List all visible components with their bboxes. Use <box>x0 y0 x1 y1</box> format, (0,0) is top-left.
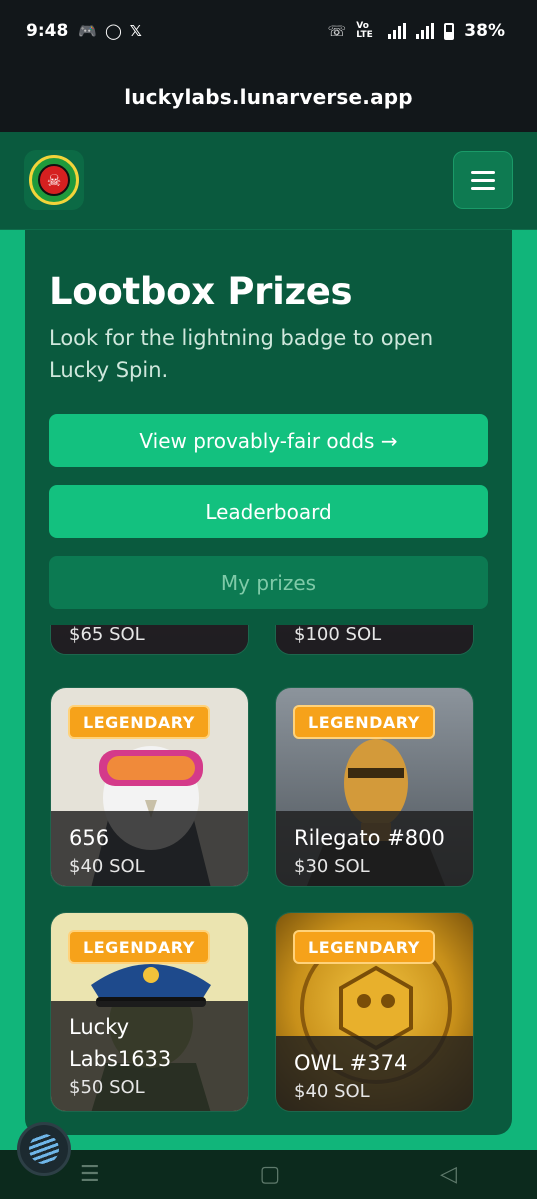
legendary-badge: LEGENDARY <box>68 705 210 739</box>
legendary-badge: LEGENDARY <box>68 930 210 964</box>
prize-info: $65 SOL <box>51 625 248 654</box>
signal-icon-2 <box>416 23 435 39</box>
prize-info: $100 SOL <box>276 625 473 654</box>
prize-price: $30 SOL <box>294 856 370 877</box>
network-label: Vo LTE <box>356 21 373 40</box>
page-title: Lootbox Prizes <box>49 270 353 313</box>
discord-icon: 🎮 <box>78 22 97 40</box>
hamburger-line <box>471 178 495 182</box>
prize-price: $40 SOL <box>69 856 145 877</box>
legendary-badge: LEGENDARY <box>293 930 435 964</box>
hamburger-icon <box>471 170 495 174</box>
x-icon: 𝕏 <box>129 22 142 40</box>
legendary-badge: LEGENDARY <box>293 705 435 739</box>
status-left: 9:48 🎮 ◯ 𝕏 <box>26 21 142 41</box>
status-right: ☏ Vo LTE 38% <box>328 21 505 41</box>
hamburger-line <box>471 186 495 190</box>
lootbox-card: Lootbox Prizes Look for the lightning ba… <box>25 230 512 1135</box>
status-time: 9:48 <box>26 21 69 41</box>
prize-tile[interactable]: LEGENDARY 656 $40 SOL <box>50 687 249 887</box>
prize-tile[interactable]: LEGENDARY Lucky Labs1633 $50 SOL <box>50 912 249 1112</box>
prize-price: $50 SOL <box>69 1077 145 1098</box>
skull-icon: ☠ <box>38 164 70 196</box>
whatsapp-icon: ◯ <box>104 22 122 40</box>
prize-tile[interactable]: $65 SOL <box>50 625 249 655</box>
prize-name: 656 <box>69 826 110 850</box>
system-nav-bar: ☰ ▢ ◁ <box>0 1150 537 1199</box>
prize-info: OWL #374 $40 SOL <box>276 1036 473 1111</box>
page-subtitle: Look for the lightning badge to open Luc… <box>49 326 434 382</box>
battery-level: 38% <box>464 21 505 41</box>
menu-button[interactable] <box>453 151 513 209</box>
prize-info: Lucky Labs1633 $50 SOL <box>51 1001 248 1111</box>
prize-grid: $65 SOL $100 SOL LEGENDARY 656 $40 SOL L… <box>25 625 512 1135</box>
view-odds-button[interactable]: View provably-fair odds → <box>49 414 488 467</box>
my-prizes-button[interactable]: My prizes <box>49 556 488 609</box>
prize-price: $65 SOL <box>69 625 145 645</box>
prize-info: 656 $40 SOL <box>51 811 248 886</box>
wifi-call-icon: ☏ <box>327 22 347 40</box>
logo-ring: ☠ <box>29 155 79 205</box>
chat-icon <box>29 1134 59 1164</box>
url-bar[interactable]: luckylabs.lunarverse.app <box>0 62 537 132</box>
home-icon[interactable]: ▢ <box>260 1162 281 1187</box>
back-icon[interactable]: ◁ <box>440 1162 457 1187</box>
site-header: ☠ <box>0 132 537 230</box>
notification-icons: 🎮 ◯ 𝕏 <box>78 22 142 40</box>
signal-icon <box>388 23 407 39</box>
prize-tile[interactable]: $100 SOL <box>275 625 474 655</box>
prize-price: $40 SOL <box>294 1081 370 1102</box>
url-text: luckylabs.lunarverse.app <box>124 85 413 109</box>
leaderboard-button[interactable]: Leaderboard <box>49 485 488 538</box>
prize-name: Rilegato #800 <box>294 826 445 850</box>
prize-name: Lucky Labs1633 <box>69 1015 172 1071</box>
prize-tile[interactable]: LEGENDARY Rilegato #800 $30 SOL <box>275 687 474 887</box>
chat-bubble-button[interactable] <box>17 1122 71 1176</box>
battery-icon <box>444 22 455 40</box>
prize-price: $100 SOL <box>294 625 382 645</box>
status-bar: 9:48 🎮 ◯ 𝕏 ☏ Vo LTE 38% <box>0 0 537 62</box>
prize-info: Rilegato #800 $30 SOL <box>276 811 473 886</box>
recents-icon[interactable]: ☰ <box>80 1162 100 1187</box>
skull-logo-icon[interactable]: ☠ <box>24 150 84 210</box>
prize-name: OWL #374 <box>294 1051 408 1075</box>
prize-tile[interactable]: LEGENDARY OWL #374 $40 SOL <box>275 912 474 1112</box>
